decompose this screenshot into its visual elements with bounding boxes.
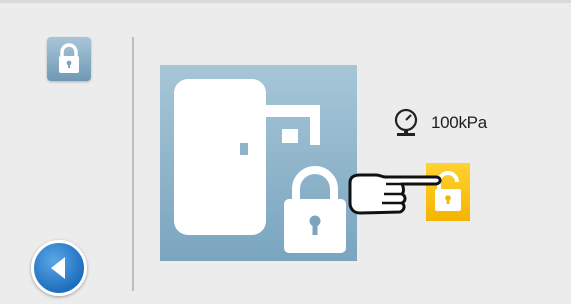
lock-screen: 100kPa: [0, 0, 571, 304]
door-lock-panel: [160, 65, 357, 261]
pressure-gauge-icon: [394, 108, 418, 136]
lock-closed-icon: [59, 43, 79, 73]
sidebar-divider: [132, 37, 134, 291]
pressure-value: 100kPa: [431, 113, 487, 132]
back-button[interactable]: [31, 240, 87, 296]
left-arrow-icon: [51, 257, 65, 279]
door-lock-illustration: [174, 79, 346, 253]
sidebar-lock-button[interactable]: [47, 37, 91, 81]
pressure-readout: 100kPa: [393, 108, 487, 138]
pointing-hand-icon: [346, 169, 444, 219]
